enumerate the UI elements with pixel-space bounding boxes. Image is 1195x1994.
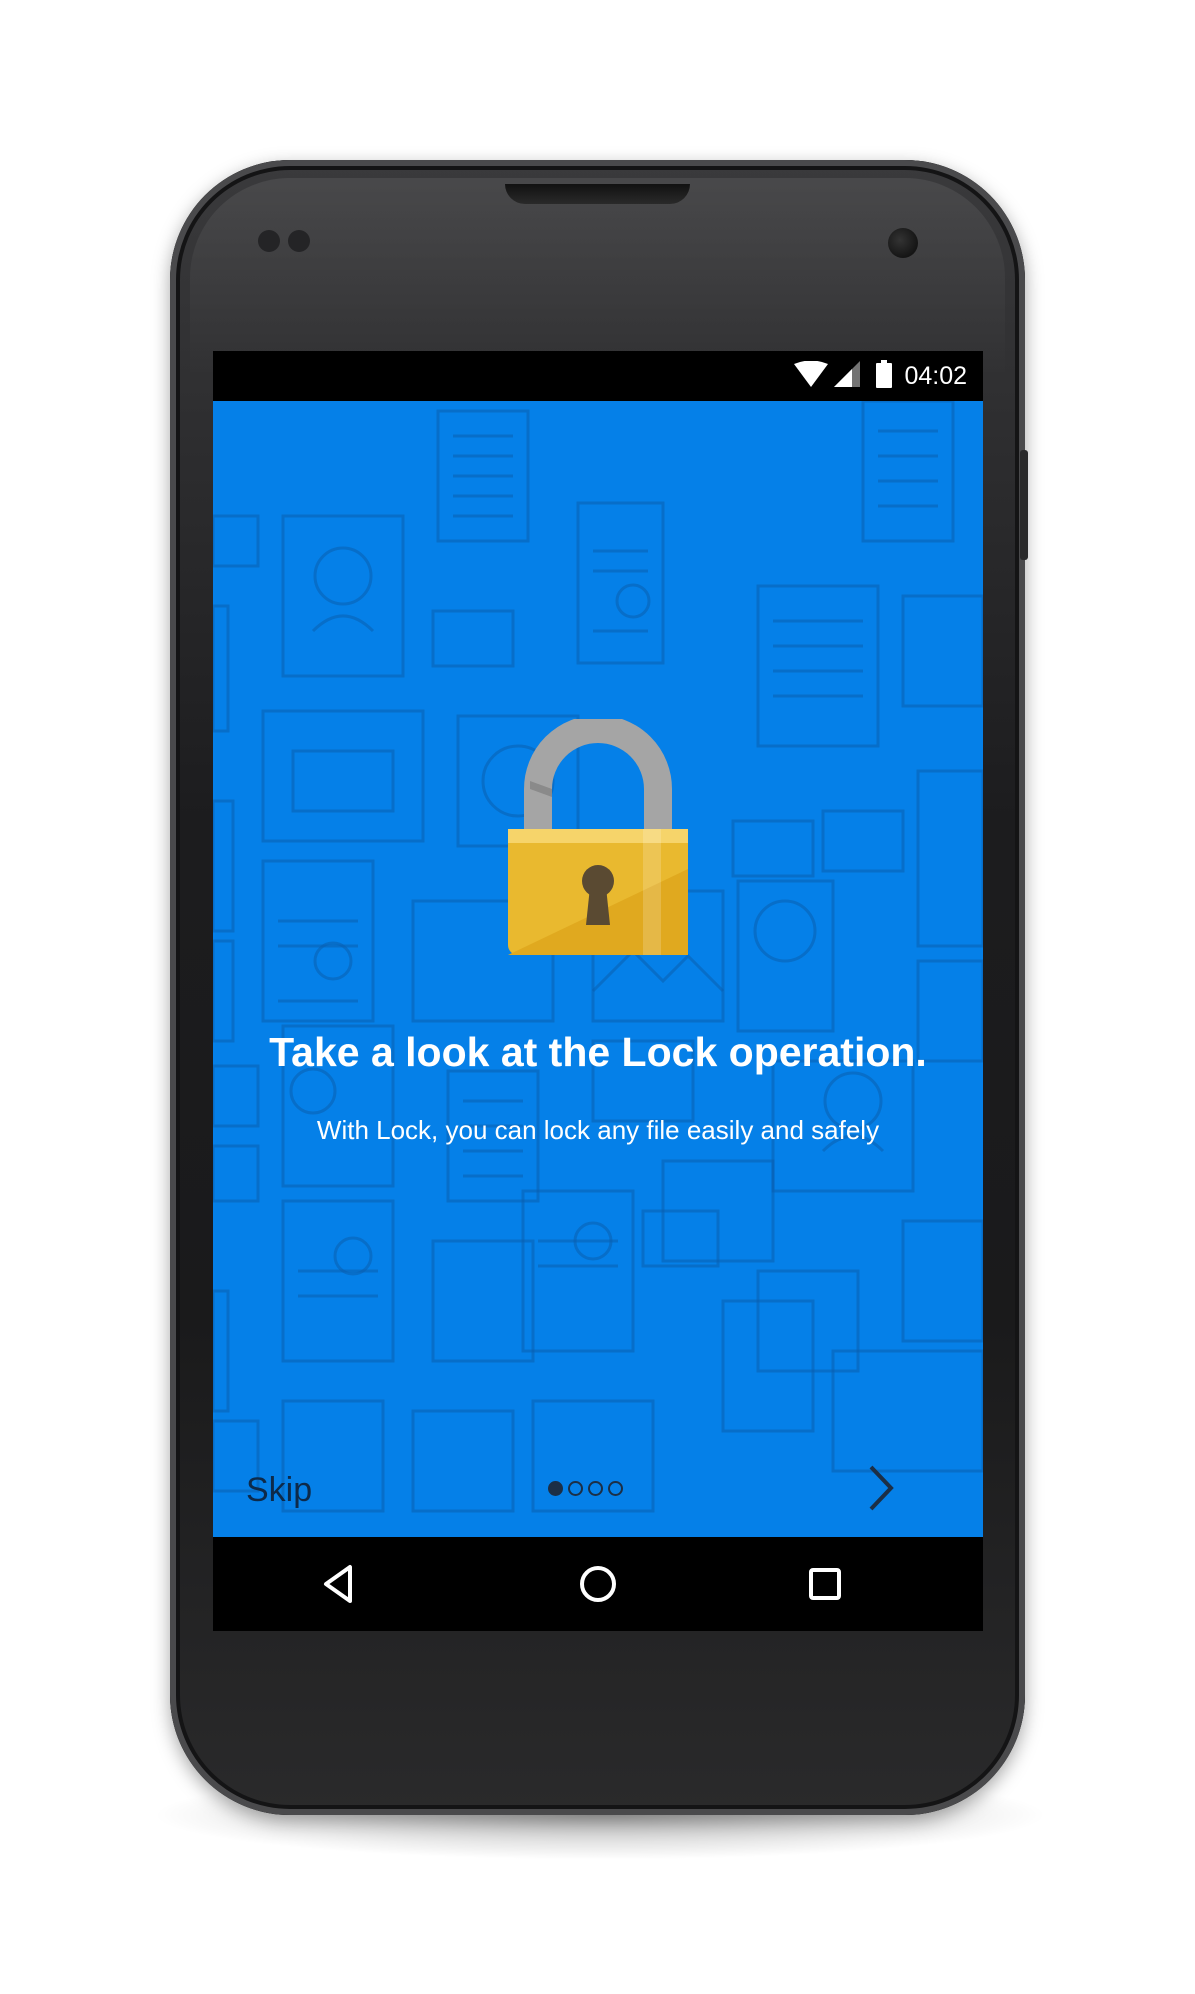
status-icons: 04:02 [794, 359, 967, 393]
page-dot-4 [608, 1481, 623, 1496]
wifi-icon [794, 360, 829, 392]
recents-icon [809, 1568, 841, 1600]
page-indicator [548, 1481, 623, 1496]
light-sensor [288, 230, 310, 252]
phone-screen: 04:02 Take a look at the Lock operation.… [213, 351, 983, 1631]
back-icon [324, 1565, 352, 1603]
power-button [1020, 450, 1028, 560]
clock-time: 04:02 [904, 361, 967, 390]
chevron-right-icon [869, 1465, 894, 1511]
earpiece-speaker [505, 184, 690, 204]
skip-button[interactable]: Skip [246, 1471, 312, 1510]
home-button[interactable] [573, 1559, 623, 1609]
page-dot-3 [588, 1481, 603, 1496]
next-button[interactable] [861, 1463, 901, 1513]
navigation-bar [213, 1537, 983, 1631]
phone-gloss [190, 178, 1005, 378]
home-icon [580, 1566, 616, 1602]
front-camera [888, 228, 918, 258]
battery-icon [876, 359, 893, 393]
document-pattern-background [213, 401, 983, 1513]
unlocked-padlock-icon [508, 719, 688, 955]
proximity-sensor [258, 230, 280, 252]
recents-button[interactable] [800, 1559, 850, 1609]
status-bar: 04:02 [213, 351, 983, 401]
page-dot-1 [548, 1481, 563, 1496]
onboarding-title: Take a look at the Lock operation. [269, 1029, 927, 1075]
signal-icon [834, 360, 861, 392]
onboarding-subtitle: With Lock, you can lock any file easily … [316, 1115, 880, 1145]
onboarding-page[interactable]: Take a look at the Lock operation. With … [213, 401, 983, 1537]
back-button[interactable] [316, 1559, 366, 1609]
page-dot-2 [568, 1481, 583, 1496]
